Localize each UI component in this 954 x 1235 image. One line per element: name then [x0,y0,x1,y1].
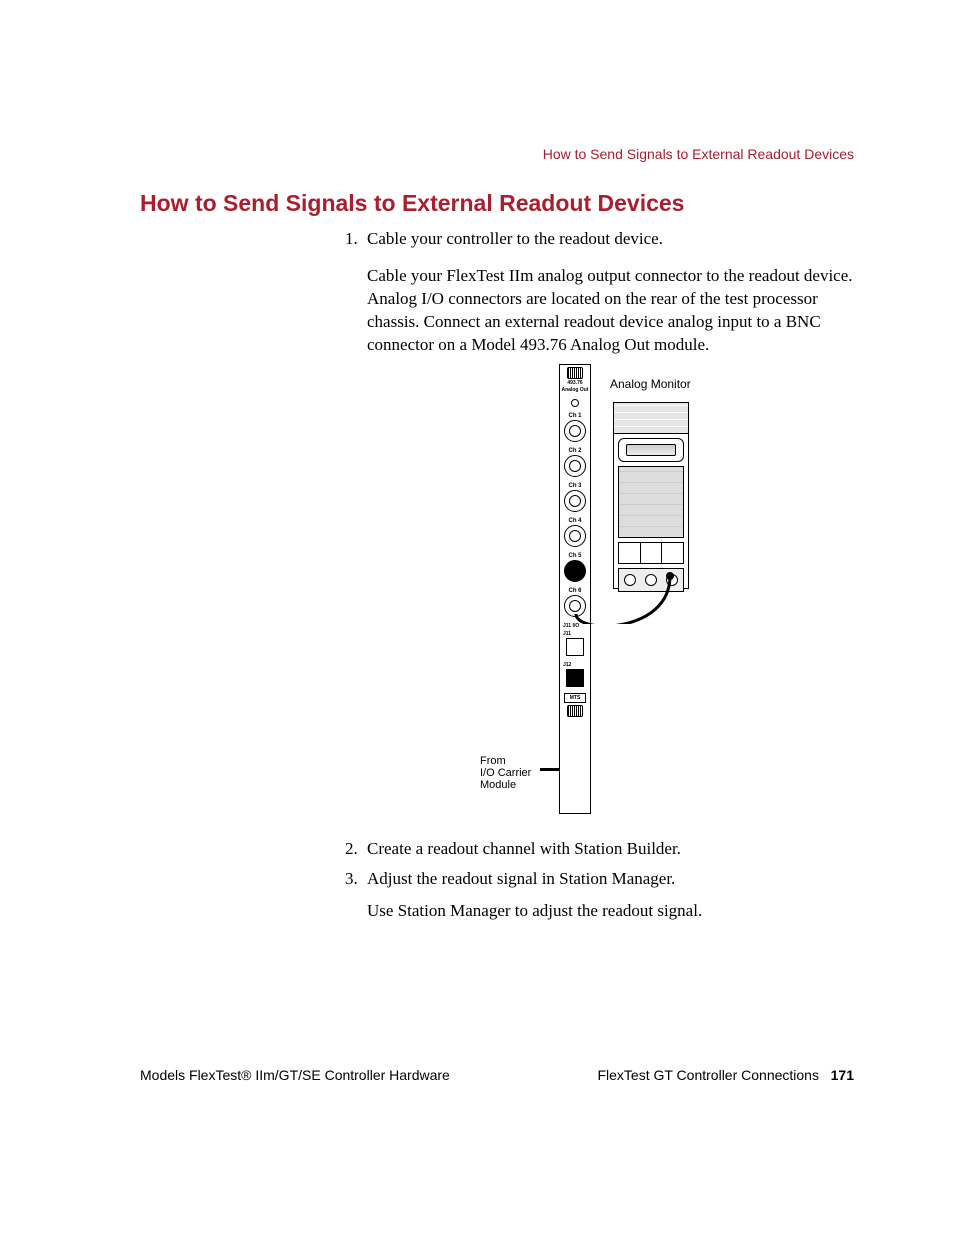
monitor-display-area [618,466,684,538]
j-io-label: J11 I/O [560,623,590,629]
j11-port-icon [566,638,584,656]
step-2: 2.Create a readout channel with Station … [345,838,854,861]
from-leader-line [540,768,560,771]
step-2-text: Create a readout channel with Station Bu… [367,839,681,858]
analog-monitor-label: Analog Monitor [610,377,691,391]
j12-port-icon [566,669,584,687]
page-number: 171 [831,1067,854,1083]
ch2-bnc-icon [564,455,586,477]
footer-section: FlexTest GT Controller Connections [597,1067,819,1083]
monitor-connectors [618,568,684,592]
monitor-screen [618,438,684,462]
ch1-label: Ch 1 [560,413,590,419]
section-heading: How to Send Signals to External Readout … [140,190,684,217]
monitor-vent-icon [614,403,688,434]
monitor-knob-icon [624,574,636,586]
running-header: How to Send Signals to External Readout … [543,146,854,162]
ch2-label: Ch 2 [560,448,590,454]
from-line1: From [480,755,506,767]
ch4-bnc-icon [564,525,586,547]
step-3-paragraph: Use Station Manager to adjust the readou… [367,900,854,923]
module-name-label: Analog Out [560,388,590,393]
from-line2: I/O Carrier [480,767,531,779]
step-1-paragraph: Cable your FlexTest IIm analog output co… [367,265,854,357]
step-2-number: 2. [345,838,367,861]
analog-out-module: 493.76 Analog Out Ch 1 Ch 2 Ch 3 Ch 4 Ch… [559,364,591,814]
monitor-knob-icon [645,574,657,586]
step-1-text: Cable your controller to the readout dev… [367,229,663,248]
step-3-number: 3. [345,868,367,891]
step-1-number: 1. [345,228,367,251]
from-io-carrier-label: From I/O Carrier Module [480,755,531,791]
mts-logo: MTS [564,693,586,703]
from-line3: Module [480,779,516,791]
bottom-screw-icon [567,705,583,717]
j12-label: J12 [560,662,590,668]
ch6-bnc-icon [564,595,586,617]
j11-label: J11 [560,631,590,637]
step-3: 3.Adjust the readout signal in Station M… [345,868,854,891]
ch4-label: Ch 4 [560,518,590,524]
ch3-bnc-icon [564,490,586,512]
footer-right: FlexTest GT Controller Connections 171 [597,1067,854,1083]
step-3-paragraph-wrap: Use Station Manager to adjust the readou… [345,900,854,923]
status-led-icon [571,399,579,407]
connection-diagram: Analog Monitor From I/O Carrier Module 4… [480,364,880,824]
module-model-label: 493.76 [560,381,590,386]
step-3-text: Adjust the readout signal in Station Man… [367,869,675,888]
top-screw-icon [567,367,583,379]
monitor-knob-icon [666,574,678,586]
ch6-label: Ch 6 [560,588,590,594]
ch5-label: Ch 5 [560,553,590,559]
ch1-bnc-icon [564,420,586,442]
ch5-bnc-icon [564,560,586,582]
readout-monitor [613,402,689,589]
footer-left: Models FlexTest® IIm/GT/SE Controller Ha… [140,1067,450,1083]
monitor-buttons [618,542,684,564]
step-1: 1.Cable your controller to the readout d… [345,228,854,357]
ch3-label: Ch 3 [560,483,590,489]
